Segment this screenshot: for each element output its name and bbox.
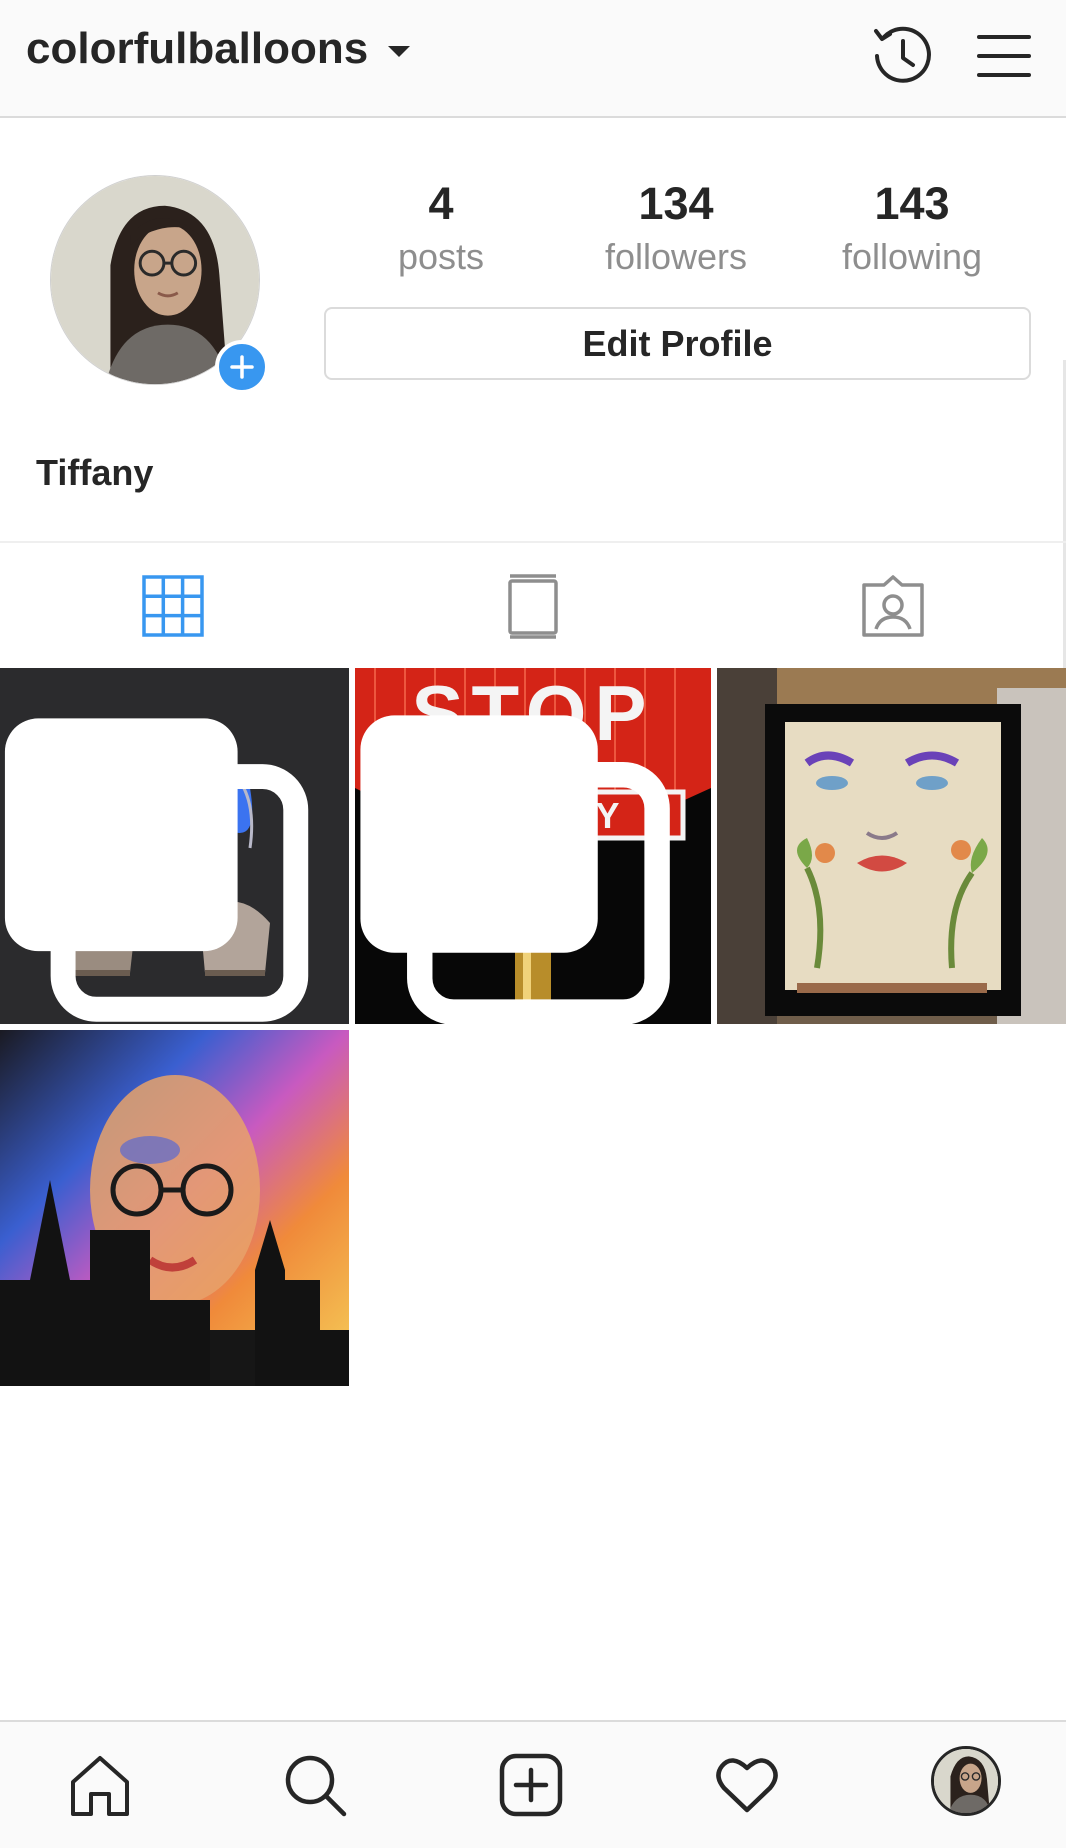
activity-heart-icon[interactable] — [714, 1752, 780, 1818]
followers-label: followers — [604, 236, 748, 277]
following-count: 143 — [874, 178, 950, 229]
account-switcher[interactable]: colorfulballoons — [26, 24, 411, 74]
new-post-icon[interactable] — [498, 1752, 564, 1818]
grid-icon[interactable] — [140, 573, 206, 639]
chevron-down-icon — [388, 45, 411, 57]
profile-avatar[interactable] — [931, 1746, 1001, 1816]
username-label: colorfulballoons — [26, 24, 369, 73]
posts-stat: 4 posts — [321, 176, 561, 282]
carousel-icon — [4, 718, 309, 1022]
following-stat[interactable]: 143 following — [792, 176, 1032, 282]
tagged-icon[interactable] — [860, 573, 926, 639]
profile-avatar-container[interactable] — [50, 175, 269, 394]
followers-stat[interactable]: 134 followers — [556, 176, 796, 282]
plus-icon — [230, 355, 254, 379]
edit-profile-button[interactable]: Edit Profile — [324, 307, 1031, 380]
add-story-button[interactable] — [215, 340, 269, 394]
posts-count: 4 — [428, 178, 454, 229]
hamburger-menu-icon[interactable] — [970, 23, 1036, 89]
igtv-icon[interactable] — [500, 573, 566, 639]
home-icon[interactable] — [67, 1752, 133, 1818]
post-thumbnail[interactable] — [0, 668, 349, 1024]
carousel-icon — [360, 715, 670, 1024]
top-bar: colorfulballoons — [0, 0, 1066, 118]
following-label: following — [841, 236, 983, 277]
archive-history-icon[interactable] — [869, 23, 935, 89]
search-icon[interactable] — [282, 1752, 348, 1818]
posts-label: posts — [397, 236, 485, 277]
bottom-nav — [0, 1720, 1066, 1848]
profile-tabs — [0, 541, 1066, 667]
post-thumbnail[interactable] — [0, 1030, 349, 1386]
post-thumbnail[interactable]: STOP ALL WAY — [355, 668, 711, 1024]
followers-count: 134 — [638, 178, 714, 229]
profile-full-name: Tiffany — [36, 452, 154, 493]
post-thumbnail[interactable] — [717, 668, 1066, 1024]
